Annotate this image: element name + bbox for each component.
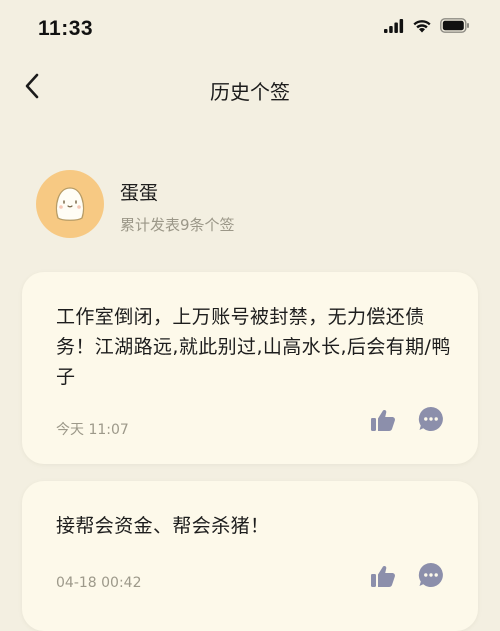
status-time: 11:33 bbox=[38, 17, 94, 40]
signature-card: 接帮会资金、帮会杀猪！ 04-18 00:42 bbox=[22, 481, 478, 631]
like-button[interactable] bbox=[368, 407, 398, 437]
nickname: 蛋蛋 bbox=[120, 182, 159, 204]
avatar[interactable] bbox=[36, 170, 104, 238]
mascot-icon bbox=[46, 178, 94, 230]
page-title: 历史个签 bbox=[210, 80, 290, 104]
profile-header: 蛋蛋 累计发表9条个签 bbox=[36, 170, 466, 240]
status-bar: 11:33 bbox=[0, 0, 500, 60]
signature-card: 工作室倒闭，上万账号被封禁，无力偿还债务！江湖路远,就此别过,山高水长,后会有期… bbox=[22, 272, 478, 464]
signature-text: 接帮会资金、帮会杀猪！ bbox=[56, 515, 270, 537]
nav-bar: 历史个签 bbox=[0, 60, 500, 118]
signature-text: 工作室倒闭，上万账号被封禁，无力偿还债务！江湖路远,就此别过,山高水长,后会有期… bbox=[56, 306, 451, 388]
post-count: 累计发表9条个签 bbox=[120, 216, 235, 234]
comment-button[interactable] bbox=[416, 406, 446, 436]
status-icons bbox=[384, 18, 470, 37]
thumbs-up-icon bbox=[370, 564, 396, 592]
like-button[interactable] bbox=[368, 563, 398, 593]
comment-icon bbox=[417, 561, 445, 593]
signal-icon bbox=[384, 18, 404, 37]
comment-button[interactable] bbox=[416, 562, 446, 592]
battery-icon bbox=[440, 18, 470, 37]
post-time: 今天 11:07 bbox=[56, 422, 129, 438]
thumbs-up-icon bbox=[370, 408, 396, 436]
wifi-icon bbox=[412, 18, 432, 37]
post-time: 04-18 00:42 bbox=[56, 575, 142, 591]
comment-icon bbox=[417, 405, 445, 437]
